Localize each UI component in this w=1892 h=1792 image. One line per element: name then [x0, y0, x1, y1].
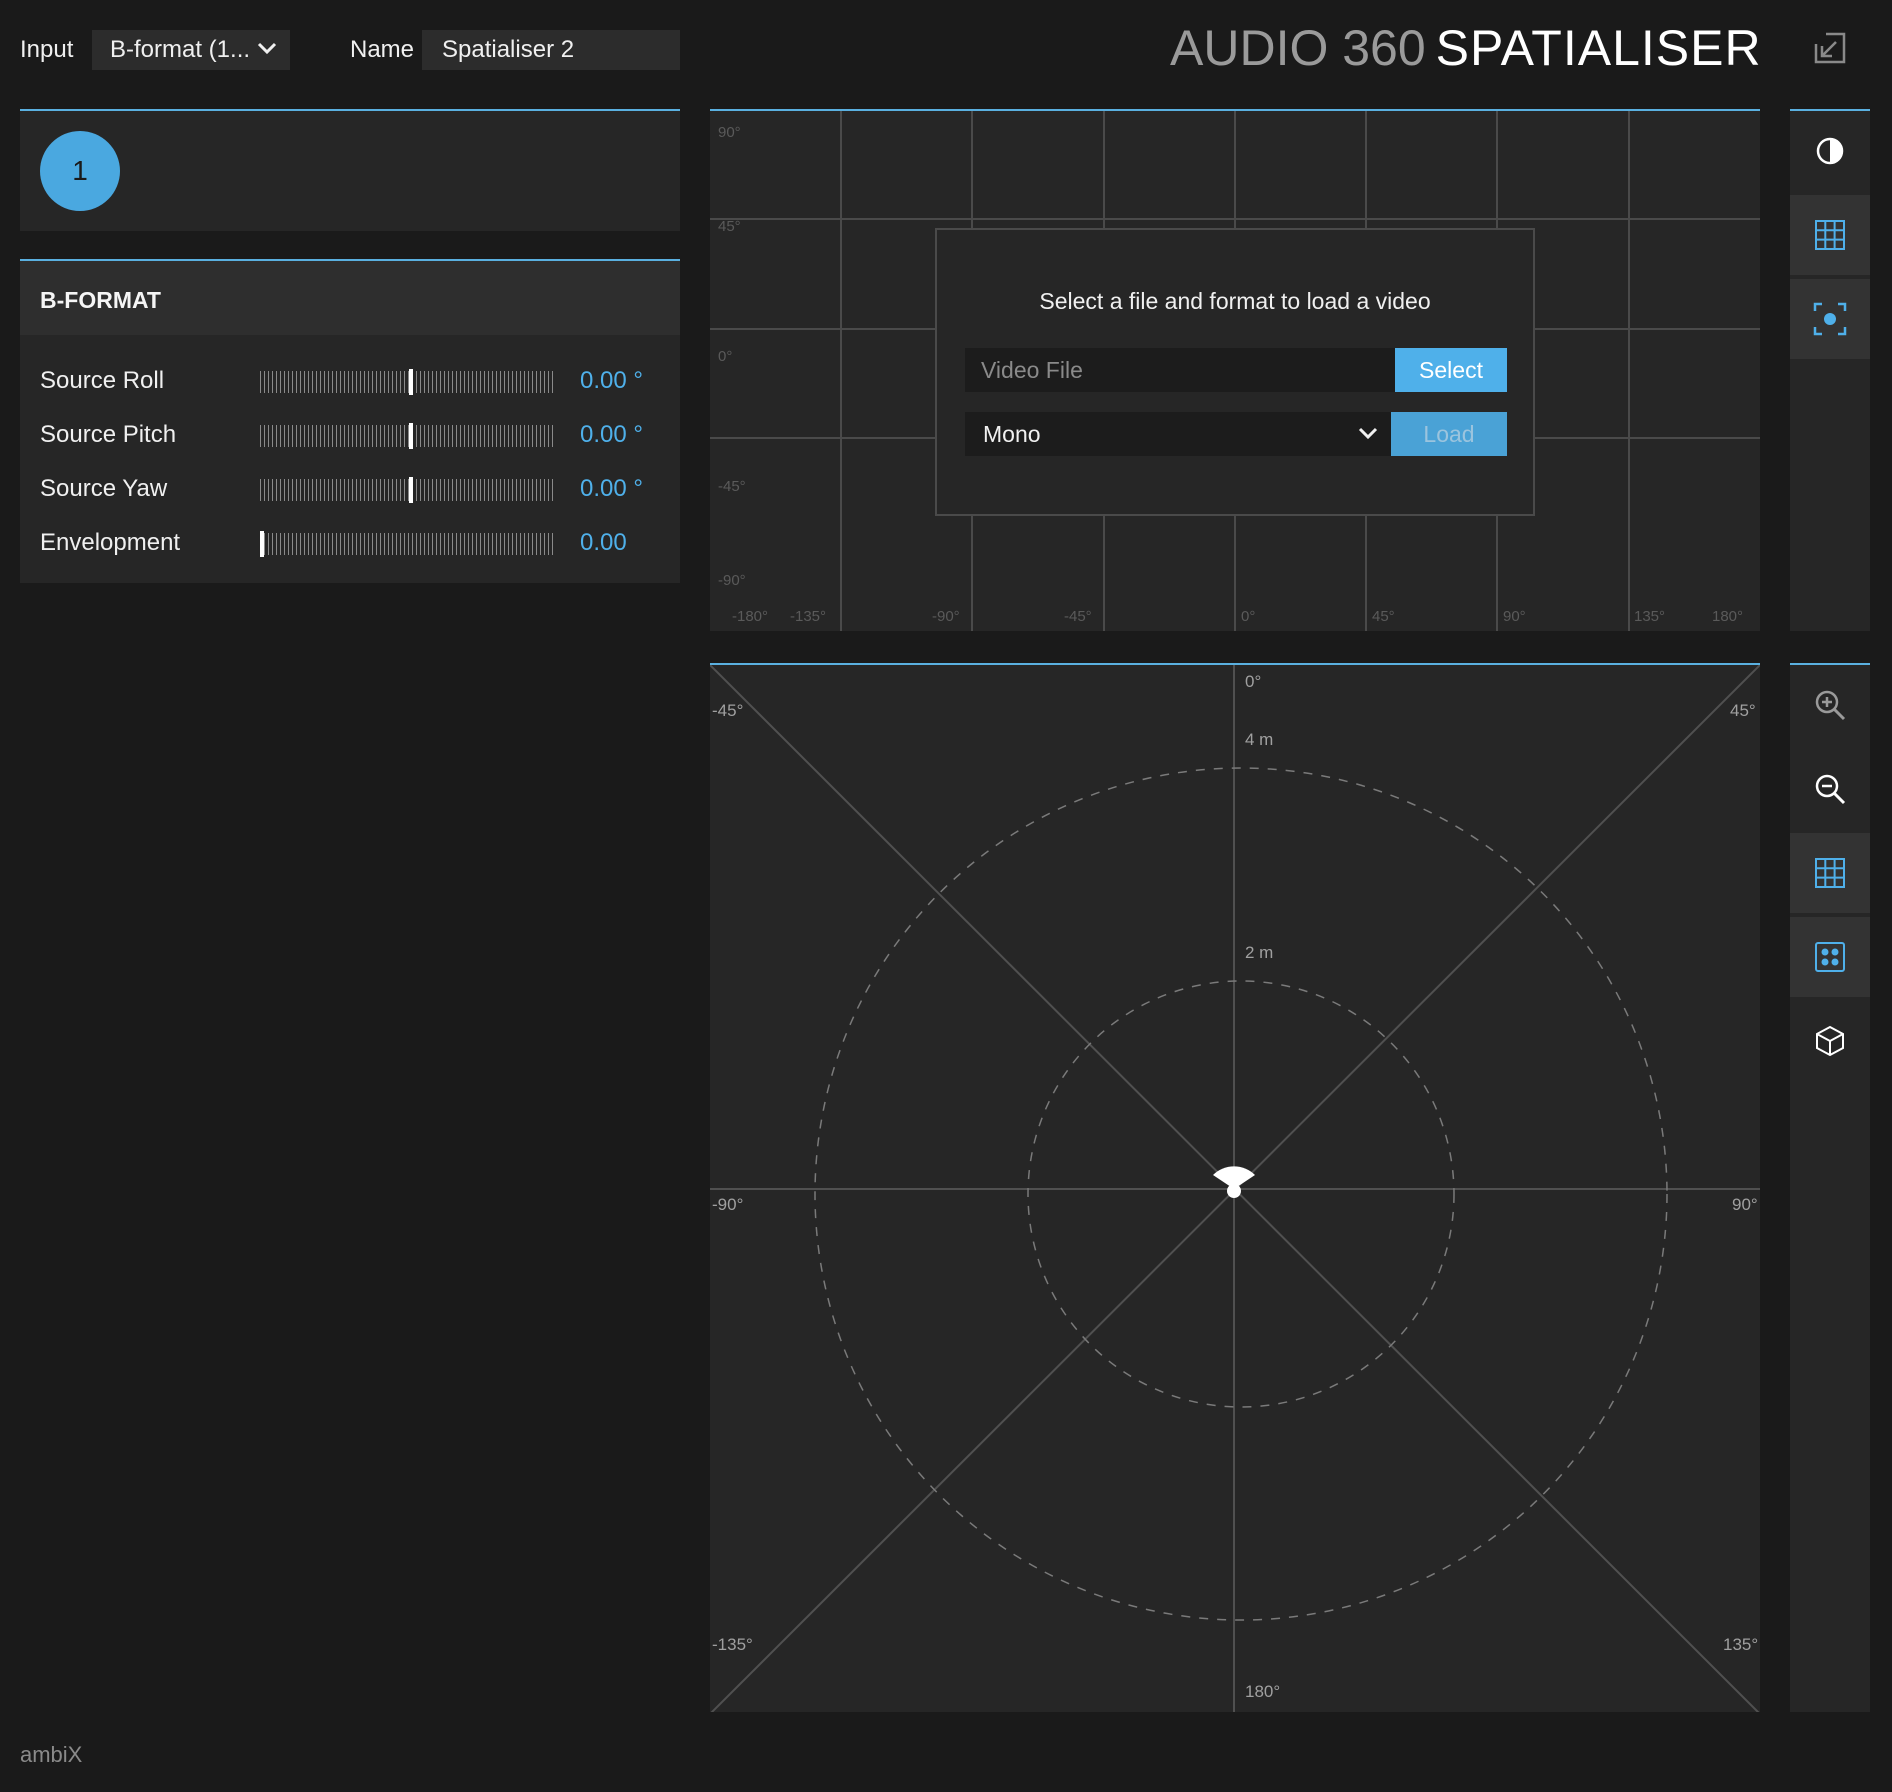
input-format-dropdown[interactable]: B-format (1...	[92, 30, 290, 70]
bformat-title: B-FORMAT	[20, 261, 680, 335]
source-pitch-slider[interactable]	[260, 425, 556, 447]
video-format-value: Mono	[983, 421, 1041, 447]
brand-audio360: AUDIO 360	[1170, 20, 1426, 76]
source-yaw-slider[interactable]	[260, 479, 556, 501]
focus-button[interactable]	[1790, 279, 1870, 359]
slider-thumb[interactable]	[409, 369, 413, 395]
focus-target-icon	[1813, 302, 1847, 336]
grid-icon	[1815, 220, 1845, 250]
contrast-button[interactable]	[1790, 111, 1870, 191]
angle-label: 45°	[1730, 701, 1756, 720]
x-tick-label: 45°	[1372, 608, 1395, 625]
name-label: Name	[350, 36, 415, 63]
y-tick-label: 0°	[718, 348, 732, 365]
source-yaw-row: Source Yaw 0.00 °	[20, 467, 680, 507]
angle-label: 0°	[1245, 672, 1261, 691]
angle-label: 90°	[1732, 1195, 1758, 1214]
param-label: Source Yaw	[40, 475, 168, 502]
slider-thumb[interactable]	[409, 423, 413, 449]
slider-thumb[interactable]	[260, 531, 264, 557]
zoom-in-icon	[1815, 690, 1846, 721]
x-tick-label: -135°	[790, 608, 826, 625]
brand-logo: AUDIO 360 SPATIALISER	[1170, 18, 1762, 78]
param-value[interactable]: 0.00	[580, 529, 627, 557]
zoom-out-icon	[1815, 774, 1846, 805]
name-field[interactable]: Spatialiser 2	[422, 30, 680, 70]
source-roll-row: Source Roll 0.00 °	[20, 359, 680, 399]
param-label: Source Roll	[40, 367, 165, 394]
contrast-icon	[1816, 137, 1844, 165]
x-tick-label: 180°	[1712, 608, 1743, 625]
param-value[interactable]: 0.00 °	[580, 367, 643, 395]
bformat-panel: B-FORMAT Source Roll 0.00 ° Source Pitch…	[20, 259, 680, 583]
chevron-down-icon	[256, 37, 278, 66]
objects-panel: 1	[20, 109, 680, 231]
x-tick-label: -180°	[732, 608, 768, 625]
y-tick-label: -90°	[718, 572, 746, 589]
cube-icon	[1816, 1025, 1844, 1057]
angle-label: 135°	[1723, 1635, 1758, 1654]
distance-label: 4 m	[1245, 730, 1273, 749]
x-tick-label: 0°	[1241, 608, 1255, 625]
brand-spatialiser: SPATIALISER	[1435, 20, 1762, 76]
top-view-panner[interactable]: 0° -45° 45° -90° 90° -135° 135° 180° 4 m…	[710, 663, 1760, 1712]
y-tick-label: 90°	[718, 124, 741, 141]
dialog-title: Select a file and format to load a video	[1039, 288, 1431, 314]
grid-toggle-button[interactable]	[1790, 833, 1870, 913]
chevron-down-icon	[1357, 422, 1379, 450]
param-label: Envelopment	[40, 529, 181, 556]
popout-arrow-icon[interactable]	[1812, 30, 1848, 66]
x-tick-label: 90°	[1503, 608, 1526, 625]
x-tick-label: 135°	[1634, 608, 1665, 625]
3d-view-button[interactable]	[1790, 1001, 1870, 1081]
param-value[interactable]: 0.00 °	[580, 475, 643, 503]
input-label: Input	[20, 36, 74, 63]
angle-label: -90°	[712, 1195, 743, 1214]
zoom-in-button[interactable]	[1790, 665, 1870, 745]
top-bar: Input B-format (1... Name Spatialiser 2 …	[0, 0, 1892, 100]
source-roll-slider[interactable]	[260, 371, 556, 393]
zoom-out-button[interactable]	[1790, 749, 1870, 829]
envelopment-row: Envelopment 0.00	[20, 521, 680, 561]
video-toolbar	[1790, 109, 1870, 631]
x-tick-label: -90°	[932, 608, 960, 625]
input-format-value: B-format (1...	[110, 36, 251, 63]
load-button[interactable]: Load	[1391, 412, 1507, 456]
top-view-canvas: 0° -45° 45° -90° 90° -135° 135° 180° 4 m…	[710, 665, 1760, 1712]
angle-label: -45°	[712, 701, 743, 720]
select-button[interactable]: Select	[1395, 348, 1507, 392]
source-pitch-row: Source Pitch 0.00 °	[20, 413, 680, 453]
y-tick-label: 45°	[718, 218, 741, 235]
listener-icon	[1213, 1166, 1255, 1198]
panner-toolbar	[1790, 663, 1870, 1712]
video-file-input[interactable]: Video File	[965, 348, 1395, 392]
x-tick-label: -45°	[1064, 608, 1092, 625]
distance-label: 2 m	[1245, 943, 1273, 962]
load-video-dialog: Select a file and format to load a video…	[935, 228, 1535, 516]
y-tick-label: -45°	[718, 478, 746, 495]
grid-icon	[1815, 858, 1845, 888]
angle-label: -135°	[712, 1635, 753, 1654]
video-format-dropdown[interactable]: Mono	[965, 412, 1391, 456]
grid-toggle-button[interactable]	[1790, 195, 1870, 275]
slider-thumb[interactable]	[409, 477, 413, 503]
dots-grid-button[interactable]	[1790, 917, 1870, 997]
dots-grid-icon	[1815, 942, 1845, 972]
object-button-1[interactable]: 1	[40, 131, 120, 211]
ambisonic-format-label: ambiX	[20, 1742, 83, 1767]
param-value[interactable]: 0.00 °	[580, 421, 643, 449]
envelopment-slider[interactable]	[260, 533, 556, 555]
angle-label: 180°	[1245, 1682, 1280, 1701]
param-label: Source Pitch	[40, 421, 177, 448]
